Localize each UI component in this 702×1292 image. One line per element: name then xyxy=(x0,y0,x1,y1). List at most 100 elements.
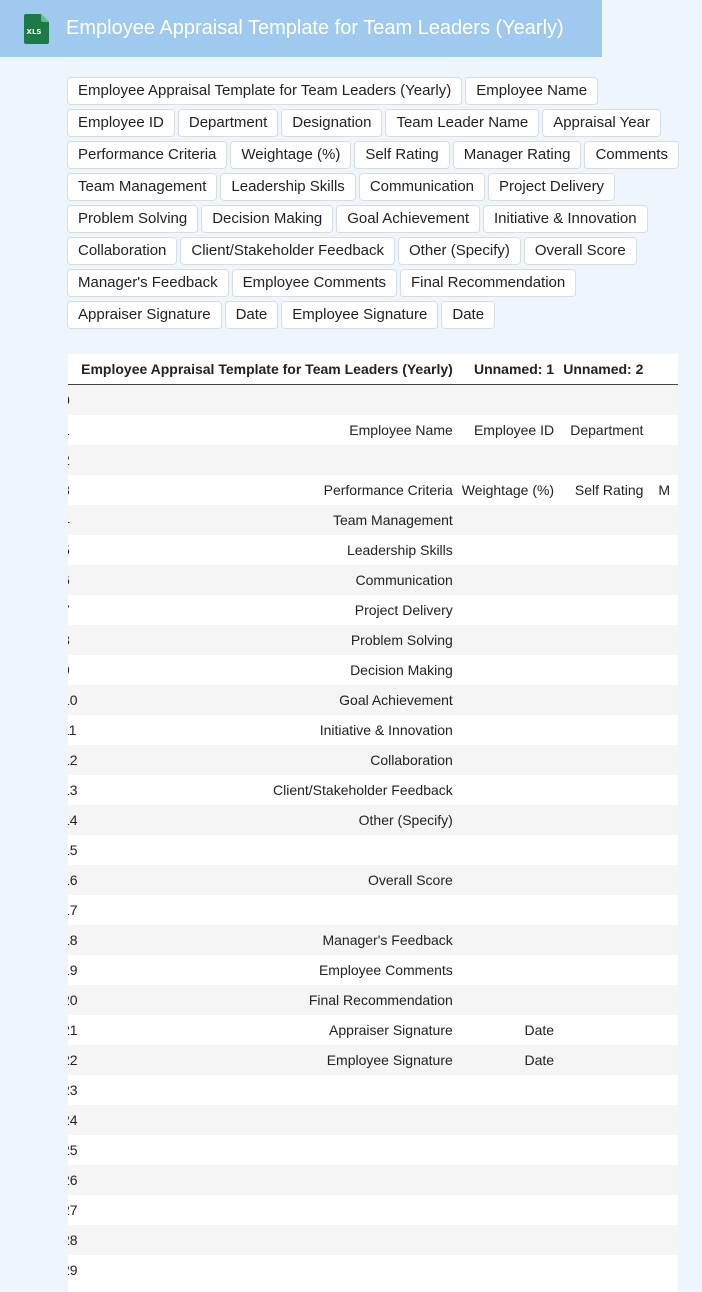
column-tag[interactable]: Self Rating xyxy=(354,141,450,169)
data-table-container[interactable]: Employee Appraisal Template for Team Lea… xyxy=(68,354,678,1292)
table-cell: Employee ID xyxy=(460,415,563,445)
column-tag[interactable]: Designation xyxy=(281,109,383,137)
table-cell: Manager's Feedback xyxy=(77,925,461,955)
column-tag[interactable]: Appraiser Signature xyxy=(67,301,222,329)
column-tag[interactable]: Date xyxy=(441,301,496,329)
column-tag[interactable]: Employee Name xyxy=(465,77,599,105)
table-cell: Goal Achievement xyxy=(77,685,461,715)
table-cell xyxy=(460,1255,563,1285)
row-index: 7 xyxy=(68,595,78,625)
table-cell xyxy=(562,1165,652,1195)
table-cell xyxy=(562,1135,652,1165)
table-row: 3Performance CriteriaWeightage (%)Self R… xyxy=(68,475,678,505)
tag-row: Employee ID Department Designation Team Lea… xyxy=(67,109,682,137)
table-cell xyxy=(77,1255,461,1285)
row-index: 2 xyxy=(68,445,78,475)
table-cell xyxy=(562,925,652,955)
table-cell xyxy=(651,835,678,865)
column-tag[interactable]: Problem Solving xyxy=(67,205,199,233)
column-tag[interactable]: Performance Criteria xyxy=(67,141,228,169)
table-row: 10Goal Achievement xyxy=(68,685,678,715)
table-cell xyxy=(562,715,652,745)
table-cell: Self Rating xyxy=(562,475,652,505)
column-tag[interactable]: Leadership Skills xyxy=(220,173,356,201)
table-cell xyxy=(651,1255,678,1285)
column-tag[interactable]: Initiative & Innovation xyxy=(483,205,648,233)
column-tag[interactable]: Final Recommendation xyxy=(400,269,577,297)
table-cell xyxy=(651,1075,678,1105)
table-cell xyxy=(562,625,652,655)
table-cell xyxy=(460,535,563,565)
table-row: 12Collaboration xyxy=(68,745,678,775)
table-cell xyxy=(651,445,678,475)
table-cell xyxy=(460,1225,563,1255)
row-index: 9 xyxy=(68,655,78,685)
column-tag[interactable]: Department xyxy=(177,109,279,137)
table-cell: Team Management xyxy=(77,505,461,535)
table-cell xyxy=(651,685,678,715)
row-index: 0 xyxy=(68,384,78,415)
table-cell xyxy=(651,625,678,655)
table-cell xyxy=(651,895,678,925)
table-cell xyxy=(651,384,678,415)
column-tag[interactable]: Team Leader Name xyxy=(385,109,540,137)
column-header: Unnamed: 2 xyxy=(562,354,652,385)
table-cell: Decision Making xyxy=(77,655,461,685)
table-cell xyxy=(460,595,563,625)
column-tag[interactable]: Communication xyxy=(358,173,486,201)
table-cell: Overall Score xyxy=(77,865,461,895)
column-tag[interactable]: Employee Signature xyxy=(281,301,439,329)
column-tag[interactable]: Employee ID xyxy=(67,109,175,137)
table-cell xyxy=(77,1195,461,1225)
table-cell xyxy=(562,745,652,775)
column-tag[interactable]: Decision Making xyxy=(201,205,334,233)
table-cell xyxy=(77,1165,461,1195)
row-index: 16 xyxy=(68,865,78,895)
table-row: 9Decision Making xyxy=(68,655,678,685)
table-row: 2 xyxy=(68,445,678,475)
table-row: 7Project Delivery xyxy=(68,595,678,625)
column-tag[interactable]: Client/Stakeholder Feedback xyxy=(180,237,396,265)
table-cell xyxy=(562,685,652,715)
column-tag[interactable]: Collaboration xyxy=(67,237,178,265)
column-tag[interactable]: Manager Rating xyxy=(452,141,582,169)
row-index: 8 xyxy=(68,625,78,655)
table-cell xyxy=(460,715,563,745)
table-cell xyxy=(651,1105,678,1135)
column-tag[interactable]: Date xyxy=(224,301,279,329)
table-cell xyxy=(562,535,652,565)
column-tag[interactable]: Goal Achievement xyxy=(336,205,481,233)
table-row: 25 xyxy=(68,1135,678,1165)
column-tag[interactable]: Manager's Feedback xyxy=(67,269,229,297)
table-cell xyxy=(460,1105,563,1135)
table-cell xyxy=(651,565,678,595)
column-tag[interactable]: Other (Specify) xyxy=(398,237,521,265)
table-cell xyxy=(562,985,652,1015)
row-index: 17 xyxy=(68,895,78,925)
table-cell xyxy=(562,1015,652,1045)
table-cell: Employee Name xyxy=(77,415,461,445)
column-tag[interactable]: Project Delivery xyxy=(488,173,616,201)
column-tag[interactable]: Appraisal Year xyxy=(542,109,661,137)
table-row: 22Employee SignatureDate xyxy=(68,1045,678,1075)
column-tag[interactable]: Employee Appraisal Template for Team Lea… xyxy=(67,77,463,105)
table-cell xyxy=(77,835,461,865)
row-index: 13 xyxy=(68,775,78,805)
column-tag[interactable]: Overall Score xyxy=(523,237,637,265)
column-tag[interactable]: Team Management xyxy=(67,173,218,201)
table-cell: Other (Specify) xyxy=(77,805,461,835)
row-index: 3 xyxy=(68,475,78,505)
column-tag[interactable]: Weightage (%) xyxy=(230,141,352,169)
table-row: 23 xyxy=(68,1075,678,1105)
table-cell xyxy=(77,445,461,475)
tag-row: Performance Criteria Weightage (%) Self Ra… xyxy=(67,141,682,169)
table-cell: Leadership Skills xyxy=(77,535,461,565)
table-cell: Project Delivery xyxy=(77,595,461,625)
table-cell: Employee Signature xyxy=(77,1045,461,1075)
table-cell xyxy=(562,895,652,925)
column-tag[interactable]: Comments xyxy=(584,141,679,169)
table-cell xyxy=(460,565,563,595)
table-cell xyxy=(460,1075,563,1105)
column-tag[interactable]: Employee Comments xyxy=(231,269,397,297)
column-header xyxy=(68,354,78,385)
